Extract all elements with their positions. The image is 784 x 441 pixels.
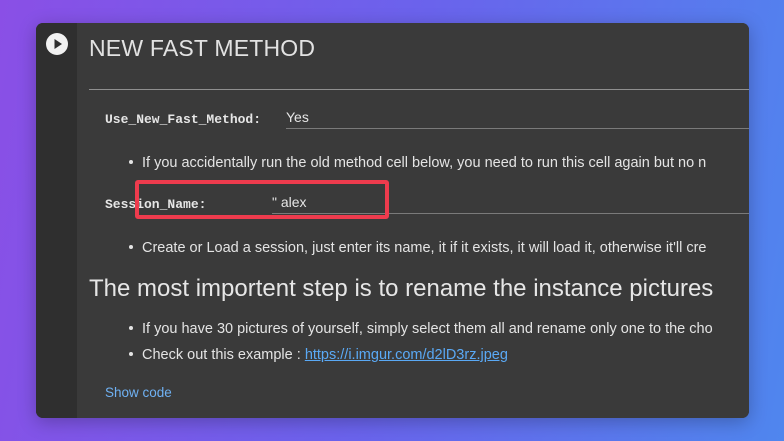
bullet-dot <box>129 245 133 249</box>
show-code-link[interactable]: Show code <box>105 385 172 400</box>
cell-gutter <box>36 23 77 418</box>
accident-note-text: If you accidentally run the old method c… <box>142 155 707 171</box>
example-link[interactable]: https://i.imgur.com/d2lD3rz.jpeg <box>305 347 508 363</box>
example-prefix-text: Check out this example : <box>142 347 305 363</box>
fast-method-label: Use_New_Fast_Method: <box>105 112 262 127</box>
fast-method-value: Yes <box>286 109 309 125</box>
bullet-dot <box>129 352 133 356</box>
notebook-cell: NEW FAST METHOD Use_New_Fast_Method: Yes… <box>36 23 749 418</box>
play-icon <box>54 39 62 49</box>
section-heading: The most importent step is to rename the… <box>89 275 714 302</box>
list-item: If you have 30 pictures of yourself, sim… <box>129 321 713 337</box>
bullet-dot <box>129 326 133 330</box>
list-item: If you accidentally run the old method c… <box>129 155 706 171</box>
highlight-box <box>135 180 389 219</box>
cell-title: NEW FAST METHOD <box>89 35 316 61</box>
bullet-dot <box>129 160 133 164</box>
list-item: Create or Load a session, just enter its… <box>129 240 706 256</box>
run-cell-button[interactable] <box>46 33 68 55</box>
title-divider <box>89 89 749 90</box>
cell-content: NEW FAST METHOD Use_New_Fast_Method: Yes… <box>77 23 749 418</box>
rename-note-text: If you have 30 pictures of yourself, sim… <box>142 321 713 337</box>
session-note-text: Create or Load a session, just enter its… <box>142 240 707 256</box>
list-item: Check out this example : https://i.imgur… <box>129 347 508 363</box>
fast-method-dropdown[interactable]: Yes <box>286 107 749 129</box>
